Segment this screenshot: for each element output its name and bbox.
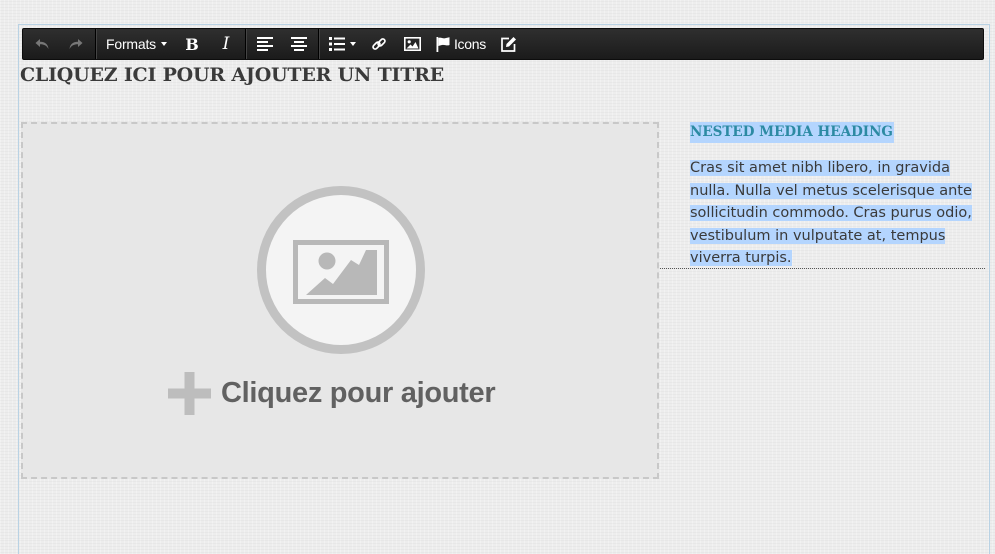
align-center-icon (290, 37, 307, 51)
italic-icon: I (222, 34, 230, 54)
nested-media-heading[interactable]: NESTED MEDIA HEADING (690, 122, 894, 143)
align-left-icon (256, 37, 273, 51)
add-media-label: Cliquez pour ajouter (221, 377, 496, 409)
history-group (23, 29, 96, 59)
undo-button[interactable] (25, 29, 59, 59)
formats-dropdown[interactable]: Formats (98, 29, 175, 59)
align-center-button[interactable] (282, 29, 316, 59)
undo-icon (35, 39, 49, 49)
edit-icon (501, 36, 517, 52)
plus-icon (168, 372, 211, 415)
icons-button[interactable]: Icons (430, 29, 492, 59)
redo-icon (69, 39, 83, 49)
page-title[interactable]: CLIQUEZ ICI POUR AJOUTER UN TITRE (20, 64, 444, 86)
link-button[interactable] (362, 29, 396, 59)
bold-icon: B (185, 34, 199, 54)
italic-button[interactable]: I (209, 29, 243, 59)
nested-media-block[interactable]: NESTED MEDIA HEADING Cras sit amet nibh … (660, 120, 985, 269)
bold-button[interactable]: B (175, 29, 209, 59)
edit-source-button[interactable] (492, 29, 526, 59)
chevron-down-icon (160, 42, 167, 46)
image-icon (404, 37, 422, 51)
redo-button[interactable] (59, 29, 93, 59)
nested-media-body[interactable]: Cras sit amet nibh libero, in gravida nu… (690, 157, 986, 270)
media-dropzone[interactable]: Cliquez pour ajouter (21, 122, 659, 479)
insert-group: Icons (319, 29, 528, 59)
bullet-list-button[interactable] (321, 29, 362, 59)
icons-label: Icons (453, 36, 486, 52)
image-icon (293, 240, 389, 304)
image-placeholder (257, 186, 425, 354)
nested-media-text: Cras sit amet nibh libero, in gravida nu… (690, 160, 972, 266)
formats-label: Formats (106, 36, 156, 52)
insert-image-button[interactable] (396, 29, 430, 59)
link-icon (372, 38, 386, 50)
align-group (246, 29, 319, 59)
bullet-list-icon (328, 37, 345, 51)
chevron-down-icon (349, 42, 356, 46)
format-group: Formats B I (96, 29, 246, 59)
add-media-row[interactable]: Cliquez pour ajouter (168, 372, 496, 415)
flag-icon (436, 36, 450, 52)
editor-toolbar: Formats B I Icons (22, 28, 984, 60)
align-left-button[interactable] (248, 29, 282, 59)
